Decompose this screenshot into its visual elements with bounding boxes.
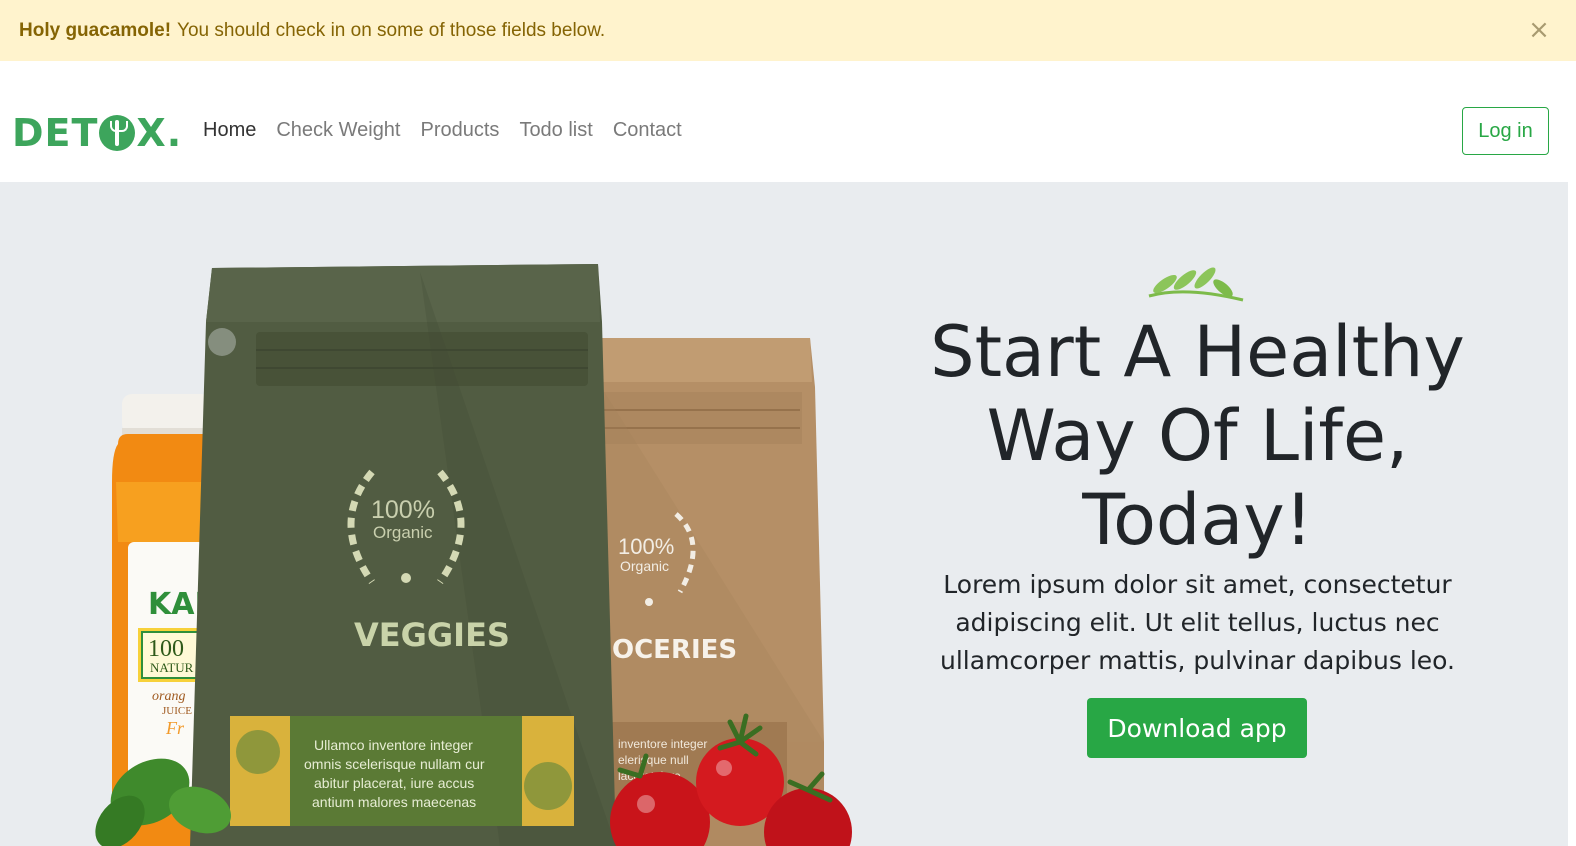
veggies-bag: 100% Organic VEGGIES Ullamco inventore i…: [190, 264, 616, 846]
alert-message: You should check in on some of those fie…: [177, 19, 606, 41]
bag1-label-0: Ullamco inventore integer: [314, 737, 473, 753]
bag1-label-2: abitur placerat, iure accus: [314, 775, 474, 791]
close-icon[interactable]: ×: [1528, 17, 1550, 43]
bag1-label-3: antium malores maecenas: [312, 794, 476, 810]
navbar: DET X. Home Check Weight Products Todo li…: [0, 61, 1576, 182]
leaf-icon: [1148, 267, 1244, 302]
logo[interactable]: DET X.: [12, 111, 183, 155]
logo-text-left: DET: [12, 111, 99, 155]
alert-banner: Holy guacamole! You should check in on s…: [0, 0, 1576, 61]
products-image: KAR 100 NATUR orang JUICE Fr 100% Organi…: [95, 264, 852, 846]
bag2-label-0: inventore integer: [618, 737, 707, 751]
hero-title: Start A Healthy Way Of Life, Today!: [930, 311, 1465, 561]
bag2-badge-sub: Organic: [620, 558, 669, 574]
svg-text:Fr: Fr: [165, 718, 185, 738]
nav-link-contact[interactable]: Contact: [613, 119, 682, 142]
nav-link-check-weight[interactable]: Check Weight: [276, 119, 400, 142]
jar-flavor: orang: [152, 689, 185, 704]
jar-juice: JUICE: [162, 705, 192, 717]
hero-description: Lorem ipsum dolor sit amet, consectetur …: [940, 570, 1455, 675]
bag1-badge-pct: 100%: [371, 496, 435, 524]
bag2-label-1: elerisque null: [618, 753, 689, 767]
alert-strong: Holy guacamole!: [19, 19, 172, 41]
hero-section: KAR 100 NATUR orang JUICE Fr 100% Organi…: [0, 182, 1568, 846]
logo-text-right: X.: [136, 111, 183, 155]
fork-icon: [99, 115, 136, 151]
login-button[interactable]: Log in: [1462, 107, 1549, 155]
download-app-button[interactable]: Download app: [1087, 698, 1307, 758]
bag2-name: OCERIES: [612, 635, 737, 665]
nav-link-home[interactable]: Home: [203, 119, 256, 142]
jar-badge: 100: [148, 636, 184, 662]
nav-link-products[interactable]: Products: [421, 119, 500, 142]
bag1-badge-sub: Organic: [373, 523, 433, 542]
bag2-badge-pct: 100%: [618, 534, 674, 559]
bag1-label-1: omnis scelerisque nullam cur: [304, 756, 485, 772]
jar-badge-sub: NATUR: [150, 660, 194, 675]
nav-links: Home Check Weight Products Todo list Con…: [203, 119, 702, 142]
nav-link-todo-list[interactable]: Todo list: [519, 119, 592, 142]
bag1-name: VEGGIES: [354, 616, 510, 654]
